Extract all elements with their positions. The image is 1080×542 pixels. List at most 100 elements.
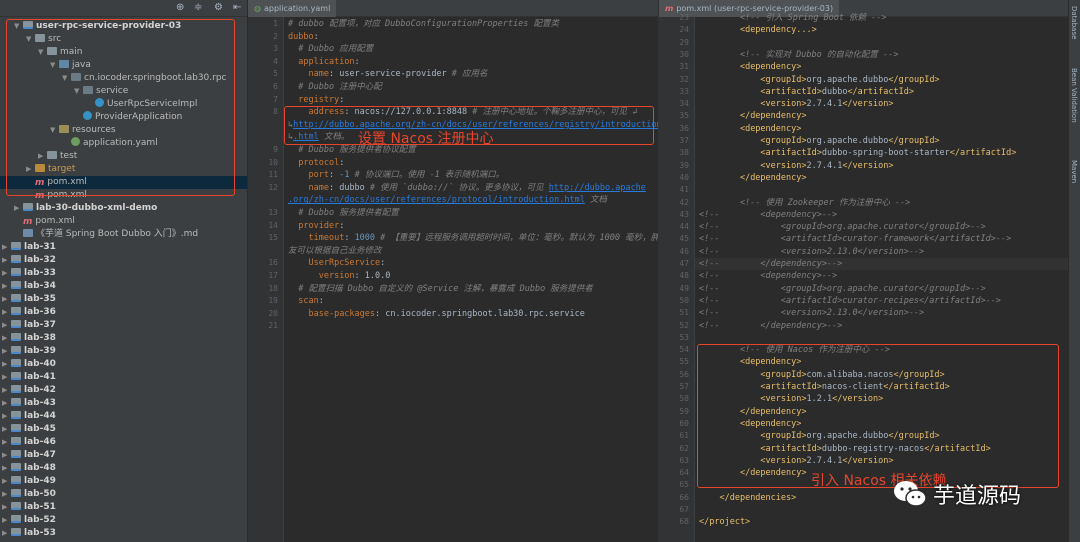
collapse-arrow-icon[interactable]: ▶ [2, 319, 11, 332]
collapse-arrow-icon[interactable]: ▶ [2, 254, 11, 267]
code-line[interactable]: <dependency> [699, 123, 801, 135]
tree-item[interactable]: ▶ lab-39 [0, 345, 247, 358]
code-line[interactable]: provider: [288, 220, 344, 232]
collapse-arrow-icon[interactable]: ▶ [2, 449, 11, 462]
collapse-arrow-icon[interactable]: ▶ [2, 293, 11, 306]
code-line[interactable]: <!-- <version>2.13.0</version>--> [699, 246, 924, 258]
tree-item[interactable]: ▶ lab-33 [0, 267, 247, 280]
code-line[interactable]: <!-- <dependency>--> [699, 270, 837, 282]
code-line[interactable]: <!-- 实现对 Dubbo 的自动化配置 --> [699, 49, 898, 61]
tree-item[interactable]: ▶ lab-53 [0, 527, 247, 540]
tree-item[interactable]: ▶ lab-48 [0, 462, 247, 475]
collapse-arrow-icon[interactable]: ▶ [2, 358, 11, 371]
collapse-arrow-icon[interactable]: ▶ [2, 241, 11, 254]
code-line[interactable]: port: -1 # 协议端口。使用 -1 表示随机端口。 [288, 169, 504, 181]
code-line[interactable]: name: dubbo # 使用 `dubbo://` 协议。更多协议，可见 h… [288, 182, 645, 194]
code-line[interactable]: <version>2.7.4.1</version> [699, 98, 893, 110]
code-line[interactable]: # 配置扫描 Dubbo 自定义的 @Service 注解，暴露成 Dubbo … [288, 283, 593, 295]
code-line[interactable]: 友可以根据自己业务修改 [288, 245, 382, 257]
tree-item[interactable]: ▶ lab-32 [0, 254, 247, 267]
code-line[interactable]: <version>2.7.4.1</version> [699, 160, 893, 172]
tree-item[interactable]: ▶ lab-35 [0, 293, 247, 306]
tree-item[interactable]: ▶ lab-40 [0, 358, 247, 371]
tree-item[interactable]: ▶ lab-38 [0, 332, 247, 345]
collapse-arrow-icon[interactable]: ▶ [2, 514, 11, 527]
collapse-arrow-icon[interactable]: ▶ [2, 267, 11, 280]
tree-item[interactable]: ▶ lab-52 [0, 514, 247, 527]
tree-item[interactable]: ▶ lab-41 [0, 371, 247, 384]
tree-item[interactable]: ▶ lab-47 [0, 449, 247, 462]
code-line[interactable]: dubbo: [288, 31, 319, 43]
code-line[interactable]: # dubbo 配置项，对应 DubboConfigurationPropert… [288, 18, 559, 30]
tree-item[interactable]: ▶ lab-36 [0, 306, 247, 319]
code-line[interactable]: <dependency> [699, 61, 801, 73]
code-line[interactable]: </dependency> [699, 172, 807, 184]
code-line[interactable]: </dependencies> [699, 492, 796, 504]
tree-item[interactable]: ▶ lab-30-dubbo-xml-demo [0, 202, 247, 215]
project-tree-panel[interactable]: ⊕ ≑ ⚙ ⇤ ▼ user-rpc-service-provider-03 ▼ sr… [0, 0, 248, 542]
code-line[interactable]: protocol: [288, 157, 344, 169]
code-line[interactable]: base-packages: cn.iocoder.springboot.lab… [288, 308, 584, 320]
tool-bean-validation[interactable]: Bean Validation [1070, 68, 1078, 123]
collapse-arrow-icon[interactable]: ▶ [2, 371, 11, 384]
collapse-arrow-icon[interactable]: ▶ [2, 436, 11, 449]
code-line[interactable]: <dependency...> [699, 24, 817, 36]
code-line[interactable]: </dependency> [699, 110, 807, 122]
pom-editor-pane[interactable]: m pom.xml (user-rpc-service-provider-03) … [658, 0, 1068, 542]
yaml-editor-pane[interactable]: ◍ application.yaml 1 # dubbo 配置项，对应 DubboC… [248, 0, 658, 542]
code-line[interactable]: application: [288, 56, 359, 68]
code-line[interactable]: registry: [288, 94, 344, 106]
tree-item[interactable]: ▶ lab-50 [0, 488, 247, 501]
collapse-arrow-icon[interactable]: ▶ [2, 501, 11, 514]
code-line[interactable]: <!-- 引入 Spring Boot 依赖 --> [699, 12, 887, 24]
collapse-arrow-icon[interactable]: ▶ [2, 280, 11, 293]
tree-item[interactable]: ▶ lab-46 [0, 436, 247, 449]
code-line[interactable]: <artifactId>dubbo</artifactId> [699, 86, 914, 98]
tree-item[interactable]: ▶ lab-45 [0, 423, 247, 436]
collapse-arrow-icon[interactable]: ▶ [2, 397, 11, 410]
tool-maven[interactable]: Maven [1070, 160, 1078, 183]
code-line[interactable]: scan: [288, 295, 324, 307]
tree-item[interactable]: ▶ lab-31 [0, 241, 247, 254]
code-line[interactable]: <!-- <groupId>org.apache.curator</groupI… [699, 283, 986, 295]
code-line[interactable]: version: 1.0.0 [288, 270, 391, 282]
hide-icon[interactable]: ⇤ [233, 2, 241, 13]
tab-application-yaml[interactable]: ◍ application.yaml [248, 0, 337, 17]
tree-item[interactable]: ▶ lab-42 [0, 384, 247, 397]
collapse-arrow-icon[interactable]: ▶ [2, 410, 11, 423]
collapse-arrow-icon[interactable]: ▶ [2, 306, 11, 319]
code-line[interactable]: <!-- <artifactId>curator-framework</arti… [699, 233, 1011, 245]
collapse-arrow-icon[interactable]: ▶ [2, 527, 11, 540]
code-line[interactable]: </project> [699, 516, 750, 528]
collapse-arrow-icon[interactable]: ▶ [14, 202, 23, 215]
code-line[interactable]: <groupId>org.apache.dubbo</groupId> [699, 74, 939, 86]
collapse-arrow-icon[interactable]: ▶ [2, 423, 11, 436]
collapse-arrow-icon[interactable]: ▶ [2, 345, 11, 358]
code-line[interactable]: <groupId>org.apache.dubbo</groupId> [699, 135, 939, 147]
collapse-arrow-icon[interactable]: ▶ [2, 475, 11, 488]
collapse-icon[interactable]: ≑ [194, 2, 202, 13]
tree-item[interactable]: ▶ lab-44 [0, 410, 247, 423]
tree-item[interactable]: ▶ lab-37 [0, 319, 247, 332]
tree-item[interactable]: ▶ lab-49 [0, 475, 247, 488]
code-line[interactable]: <!-- <dependency>--> [699, 209, 837, 221]
code-line[interactable]: name: user-service-provider # 应用名 [288, 68, 487, 80]
tree-item[interactable]: ▶ lab-51 [0, 501, 247, 514]
code-line[interactable]: <!-- 使用 Zookeeper 作为注册中心 --> [699, 197, 910, 209]
code-line[interactable]: <!-- <artifactId>curator-recipes</artifa… [699, 295, 1001, 307]
tree-item[interactable]: ▶ lab-43 [0, 397, 247, 410]
tool-database[interactable]: Database [1070, 6, 1078, 39]
code-line[interactable]: <!-- <groupId>org.apache.curator</groupI… [699, 221, 986, 233]
tree-item[interactable]: m pom.xml [0, 215, 247, 228]
collapse-arrow-icon[interactable]: ▶ [2, 384, 11, 397]
code-line[interactable]: # Dubbo 服务提供者配置 [288, 207, 398, 219]
collapse-arrow-icon[interactable]: ▶ [2, 332, 11, 345]
code-line[interactable]: timeout: 1000 # 【重要】远程服务调用超时时间，单位：毫秒。默认为… [288, 232, 658, 244]
code-line[interactable]: # Dubbo 注册中心配 [288, 81, 381, 93]
settings-icon[interactable]: ⚙ [214, 2, 223, 13]
code-line[interactable]: <!-- </dependency>--> [699, 320, 842, 332]
tree-item[interactable]: 《芋道 Spring Boot Dubbo 入门》.md [0, 228, 247, 241]
collapse-arrow-icon[interactable]: ▶ [2, 462, 11, 475]
collapse-arrow-icon[interactable]: ▶ [2, 488, 11, 501]
code-line[interactable]: <!-- </dependency>--> [699, 258, 842, 270]
